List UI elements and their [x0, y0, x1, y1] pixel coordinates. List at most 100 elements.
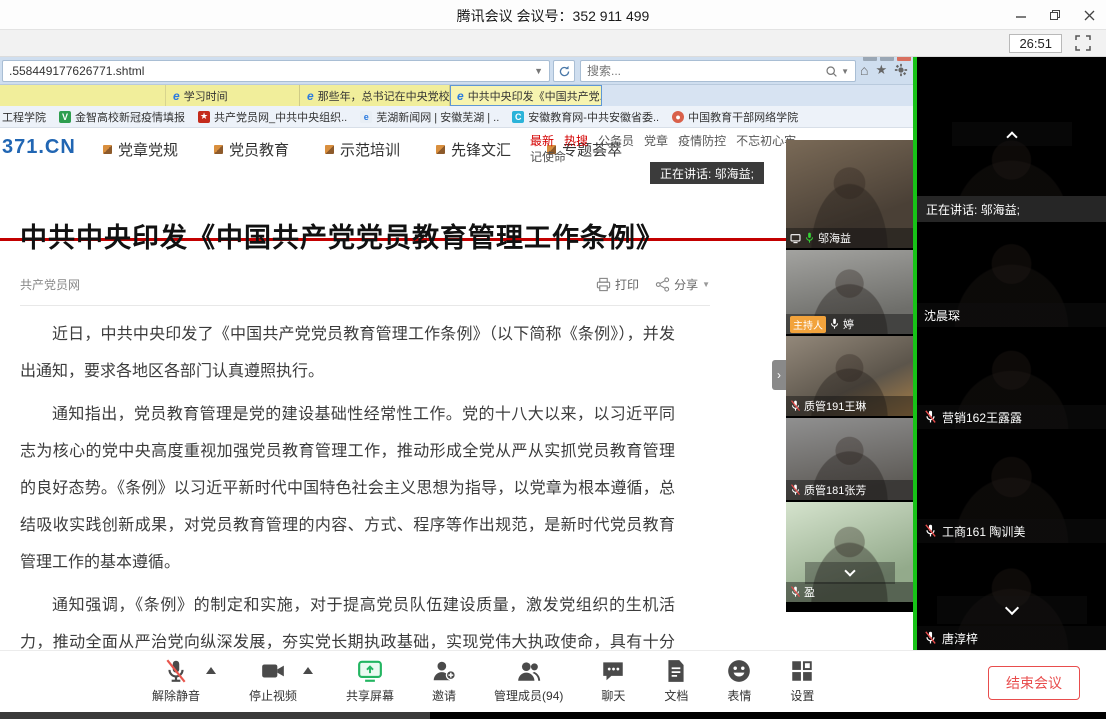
print-button[interactable]: 打印 [596, 276, 639, 293]
speaking-tooltip: 正在讲话: 邬海益; [650, 162, 764, 184]
unmute-button[interactable]: 解除静音 [152, 658, 200, 704]
minimize-icon[interactable] [1014, 8, 1028, 22]
meeting-timer: 26:51 [1009, 34, 1062, 53]
nav-item[interactable]: 先锋文汇 [436, 139, 511, 160]
strip-scroll-arrow[interactable]: › [772, 360, 786, 390]
keyword-link[interactable]: 最新 [530, 134, 554, 148]
participant-name: 质管181张芳 [804, 482, 866, 498]
nav-item[interactable]: 党员教育 [214, 139, 289, 160]
ie-page-icon: e [457, 89, 464, 103]
keyword-link[interactable]: 党章 [644, 134, 668, 148]
bookmark-item[interactable]: e芜湖新闻网 | 安徽芜湖 | .. [360, 109, 499, 125]
video-tile[interactable]: 邬海益 [786, 140, 913, 250]
e-icon: e [360, 111, 372, 123]
participant-name: 唐淳梓 [942, 630, 978, 647]
share-screen-button[interactable]: 共享屏幕 [346, 658, 394, 704]
home-icon[interactable]: ⌂ [860, 62, 868, 78]
nav-item[interactable]: 党章党规 [103, 139, 178, 160]
video-tile[interactable]: 盈 [786, 502, 913, 602]
bookmark-item[interactable]: V金智高校新冠疫情填报 [59, 109, 185, 125]
chat-button[interactable]: 聊天 [600, 658, 626, 704]
title-bar: 腾讯会议 会议号：352 911 499 [0, 0, 1106, 30]
nav-bullet-icon [214, 145, 223, 154]
bookmark-item[interactable]: ●中国教育干部网络学院 [672, 109, 798, 125]
nav-bullet-icon [436, 145, 445, 154]
keyword-link[interactable]: 热搜 [564, 134, 588, 148]
favorites-star-icon[interactable]: ★ [875, 62, 887, 78]
search-icon[interactable] [825, 65, 838, 78]
paragraph: 通知强调，《条例》的制定和实施，对于提高党员队伍建设质量，激发党组织的生机活力，… [20, 587, 675, 650]
nav-item[interactable]: 示范培训 [325, 139, 400, 160]
invite-button[interactable]: 邀请 [431, 658, 457, 704]
participant-name: 沈晨琛 [924, 307, 960, 324]
participant-name: 工商161 陶训美 [942, 523, 1025, 540]
emoji-button[interactable]: 表情 [726, 658, 752, 704]
fullscreen-icon[interactable] [1074, 34, 1092, 52]
meeting-title: 腾讯会议 会议号：352 911 499 [0, 6, 1106, 26]
article-body: 近日，中共中央印发了《中国共产党党员教育管理工作条例》（以下简称《条例》），并发… [20, 316, 675, 650]
search-box[interactable]: ▼ [580, 60, 856, 82]
video-tile[interactable]: 沈晨琛 [917, 222, 1106, 329]
participant-name: 邬海益 [818, 230, 851, 246]
manage-members-button[interactable]: 管理成员(94) [494, 658, 563, 704]
video-tile[interactable]: 主持人 婷 [786, 250, 913, 336]
v-icon: V [59, 111, 71, 123]
browser-tab-row: e 学习时间 e 那些年，总书记在中央党校开.. e 中共中央印发《中国共产党.… [0, 85, 913, 106]
keyword-link[interactable]: 公务员 [598, 134, 634, 148]
shared-screen: .558449177626771.shtml ▼ ▼ ⌂ ★ [0, 57, 913, 650]
ie-page-icon: e [307, 89, 314, 103]
share-caret-icon: ▼ [702, 280, 710, 289]
refresh-button[interactable] [553, 60, 575, 82]
url-dropdown-icon[interactable]: ▼ [534, 66, 543, 76]
tab-study-time[interactable]: e 学习时间 [166, 85, 300, 106]
bookmark-item[interactable]: ★共产党员网_中共中央组织.. [198, 109, 347, 125]
tencent-meeting-window: 腾讯会议 会议号：352 911 499 26:51 .558449177626… [0, 0, 1106, 719]
screen-share-mini-icon [790, 233, 801, 244]
share-button[interactable]: 分享 ▼ [655, 276, 710, 293]
keyword-link[interactable]: 疫情防控 [678, 134, 726, 148]
url-field[interactable]: .558449177626771.shtml ▼ [2, 60, 550, 82]
end-meeting-button[interactable]: 结束会议 [988, 666, 1080, 700]
ie-window-controls[interactable] [863, 57, 911, 61]
participant-name: 婷 [843, 316, 854, 332]
participant-name: 盈 [804, 584, 815, 600]
screen-share-icon [357, 658, 383, 684]
video-tile[interactable]: 唐淳梓 [917, 547, 1106, 650]
bookmark-item[interactable]: 工程学院 [2, 109, 46, 125]
camera-icon [260, 658, 286, 684]
tab-spacer [0, 85, 166, 106]
video-tile[interactable]: 工商161 陶训美 [917, 433, 1106, 545]
tab-article-active[interactable]: e 中共中央印发《中国共产党.. × [450, 85, 602, 106]
globe-icon: ● [672, 111, 684, 123]
mic-on-icon [829, 318, 840, 330]
expand-panel-button[interactable] [952, 122, 1072, 146]
bookmark-item[interactable]: C安徽教育网-中共安徽省委.. [512, 109, 659, 125]
site-logo[interactable]: 371.CN [2, 136, 76, 159]
c-icon: C [512, 111, 524, 123]
video-tile[interactable]: 质管181张芳 [786, 418, 913, 502]
tab-those-years[interactable]: e 那些年，总书记在中央党校开.. [300, 85, 450, 106]
search-dropdown-icon[interactable]: ▼ [841, 67, 849, 76]
close-icon[interactable] [1082, 8, 1096, 22]
mic-muted-icon [924, 410, 937, 424]
meta-divider [20, 305, 710, 306]
nav-bullet-icon [103, 145, 112, 154]
gear-icon[interactable] [894, 63, 908, 77]
video-tile[interactable]: 营销162王露露 [917, 331, 1106, 431]
search-input[interactable] [587, 64, 825, 78]
restore-icon[interactable] [1048, 8, 1062, 22]
video-tile[interactable]: 质管191王琳 [786, 336, 913, 418]
collapse-strip-button[interactable] [805, 562, 895, 584]
paragraph: 近日，中共中央印发了《中国共产党党员教育管理工作条例》（以下简称《条例》），并发… [20, 316, 675, 390]
mic-options-caret[interactable] [206, 667, 216, 674]
video-options-caret[interactable] [303, 667, 313, 674]
document-icon [663, 658, 689, 684]
article-title: 中共中央印发《中国共产党党员教育管理工作条例》 [20, 216, 760, 255]
meeting-toolbar: 解除静音 停止视频 共享屏幕 邀请 管理成员(94) [0, 650, 1106, 712]
docs-button[interactable]: 文档 [663, 658, 689, 704]
stop-video-button[interactable]: 停止视频 [249, 658, 297, 704]
collapse-panel-button[interactable] [937, 596, 1087, 624]
bookmarks-bar: 工程学院 V金智高校新冠疫情填报 ★共产党员网_中共中央组织.. e芜湖新闻网 … [0, 106, 913, 128]
smiley-icon [726, 658, 752, 684]
settings-button[interactable]: 设置 [789, 658, 815, 704]
